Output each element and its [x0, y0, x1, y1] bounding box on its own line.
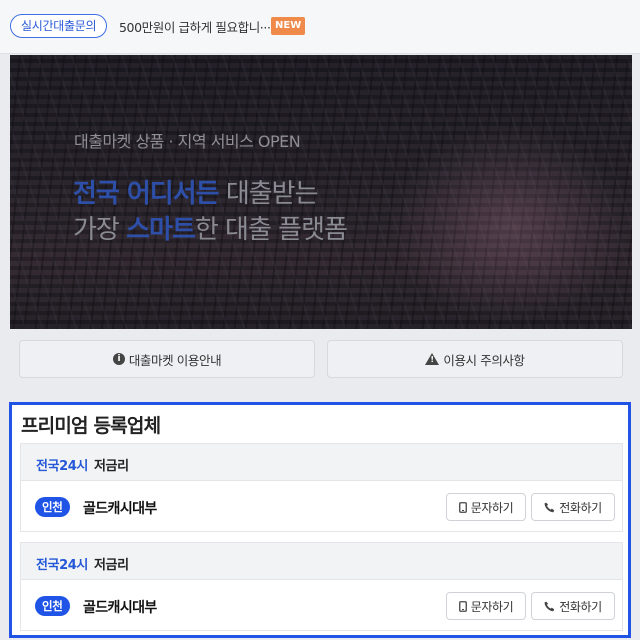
realtime-inquiry-badge[interactable]: 실시간대출문의 [10, 14, 108, 38]
lender-region: 전국24시 [36, 459, 88, 474]
lender-rate: 저금리 [94, 459, 129, 474]
banner-line1-rest: 대출받는 [218, 179, 319, 209]
call-label: 전화하기 [559, 500, 602, 515]
usage-guide-label: 대출마켓 이용안내 [128, 352, 222, 368]
city-badge: 인천 [35, 596, 70, 616]
sms-button[interactable]: 문자하기 [446, 493, 526, 521]
banner-building-image [390, 125, 630, 325]
banner-line2-pre: 가장 [73, 215, 127, 245]
banner-headline-line1: 전국 어디서든 대출받는 [73, 173, 319, 210]
banner-headline-line2: 가장 스마트한 대출 플랫폼 [73, 209, 348, 246]
phone-icon [544, 601, 555, 612]
premium-listings-section: 프리미엄 등록업체 전국24시 저금리 인천 골드캐시대부 문자하기 전화하기 … [9, 402, 631, 638]
realtime-inquiry-ticker: 실시간대출문의 500만원이 급하게 필요합니··· NEW [0, 0, 640, 54]
caution-button[interactable]: ! 이용시 주의사항 [327, 340, 623, 378]
call-label: 전화하기 [559, 599, 602, 614]
sms-button[interactable]: 문자하기 [446, 592, 526, 620]
call-button[interactable]: 전화하기 [531, 592, 615, 620]
caution-label: 이용시 주의사항 [443, 352, 525, 368]
banner-line2-rest: 한 대출 플랫폼 [194, 215, 348, 245]
lender-rate: 저금리 [94, 558, 129, 573]
lender-card-header: 전국24시 저금리 [21, 543, 622, 580]
mobile-phone-icon [458, 501, 467, 513]
banner-kicker: 대출마켓 상품 · 지역 서비스 OPEN [74, 132, 301, 151]
banner-highlight-2: 스마트 [126, 215, 196, 245]
mobile-phone-icon [458, 600, 467, 612]
lender-card-header: 전국24시 저금리 [21, 444, 622, 481]
sms-label: 문자하기 [470, 500, 514, 515]
new-badge: NEW [271, 17, 306, 35]
lender-card[interactable]: 전국24시 저금리 인천 골드캐시대부 문자하기 전화하기 [20, 542, 623, 631]
sms-label: 문자하기 [470, 599, 514, 614]
phone-icon [544, 502, 555, 513]
ticker-message[interactable]: 500만원이 급하게 필요합니··· [119, 17, 271, 36]
banner-highlight-1: 전국 어디서든 [73, 179, 220, 209]
lender-name[interactable]: 골드캐시대부 [83, 498, 157, 518]
lender-name[interactable]: 골드캐시대부 [83, 597, 157, 617]
warning-icon: ! [425, 353, 440, 365]
lender-region: 전국24시 [36, 558, 88, 573]
section-title: 프리미엄 등록업체 [21, 415, 161, 437]
info-icon: i [112, 353, 125, 365]
usage-guide-button[interactable]: i 대출마켓 이용안내 [19, 340, 315, 378]
lender-card[interactable]: 전국24시 저금리 인천 골드캐시대부 문자하기 전화하기 [20, 443, 623, 532]
call-button[interactable]: 전화하기 [531, 493, 615, 521]
hero-banner[interactable]: 대출마켓 상품 · 지역 서비스 OPEN 전국 어디서든 대출받는 가장 스마… [10, 55, 632, 329]
city-badge: 인천 [35, 497, 70, 517]
